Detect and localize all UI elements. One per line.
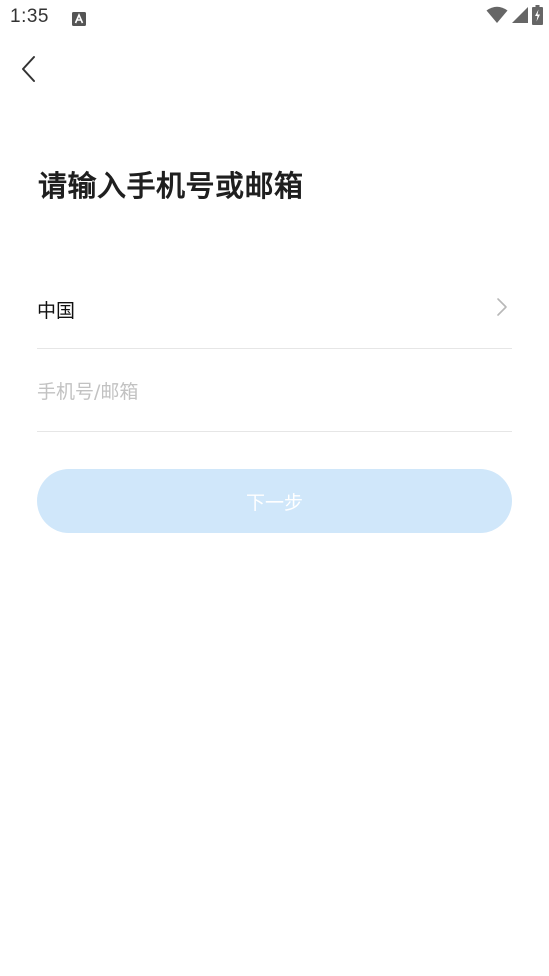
cell-signal-icon <box>511 6 529 28</box>
battery-charging-icon <box>532 5 543 29</box>
account-input-row <box>37 350 512 432</box>
wifi-icon <box>486 6 508 28</box>
region-label: 中国 <box>37 300 76 322</box>
next-button[interactable]: 下一步 <box>37 469 512 533</box>
chevron-right-icon <box>496 297 508 317</box>
page-title: 请输入手机号或邮箱 <box>38 169 304 203</box>
back-button[interactable] <box>14 50 48 88</box>
status-icons <box>486 5 543 29</box>
chevron-left-icon <box>14 56 48 92</box>
status-bar: 1:35 <box>0 0 549 38</box>
status-time: 1:35 <box>10 6 49 27</box>
region-selector[interactable]: 中国 <box>37 268 512 349</box>
a-app-icon <box>72 11 86 26</box>
phone-email-input[interactable] <box>37 372 507 412</box>
